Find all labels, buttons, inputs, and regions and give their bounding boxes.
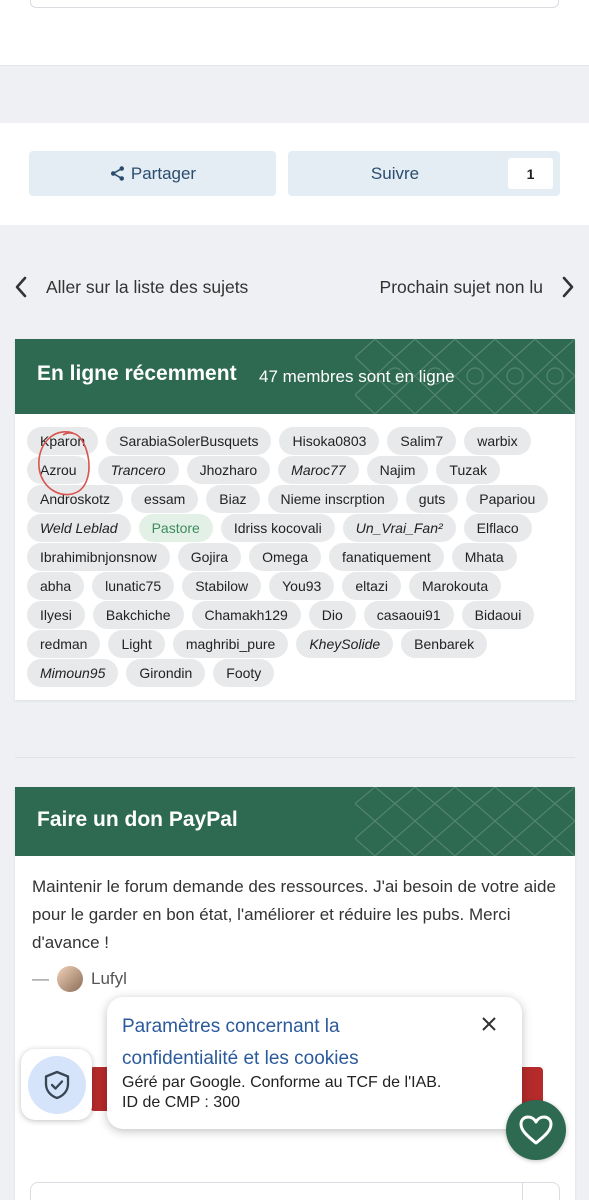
privacy-settings-button[interactable] <box>21 1049 92 1120</box>
heart-icon <box>519 1115 553 1145</box>
member-tag[interactable]: SarabiaSolerBusquets <box>106 427 272 455</box>
field-separator <box>522 1183 523 1200</box>
member-tag[interactable]: Marokouta <box>409 572 502 600</box>
follow-label: Suivre <box>370 163 420 183</box>
member-tag[interactable]: Ibrahimibnjonsnow <box>27 543 170 571</box>
member-tag[interactable]: redman <box>27 630 101 658</box>
member-tag[interactable]: Gojira <box>177 543 242 571</box>
shield-check-icon <box>44 1070 69 1099</box>
share-icon <box>110 166 124 181</box>
close-icon[interactable] <box>480 1015 498 1033</box>
popup-title[interactable]: Paramètres concernant la confidentialité… <box>122 1011 442 1075</box>
chevron-right-icon <box>562 276 574 298</box>
topic-navigation: Aller sur la liste des sujets Prochain s… <box>0 268 589 308</box>
member-tag[interactable]: Hisoka0803 <box>279 427 380 455</box>
paypal-message: Maintenir le forum demande des ressource… <box>32 877 556 952</box>
privacy-consent-popup: Paramètres concernant la confidentialité… <box>107 997 522 1129</box>
next-topic-label: Prochain sujet non lu <box>379 276 543 297</box>
privacy-button-circle <box>27 1055 86 1114</box>
follow-button[interactable]: Suivre 1 <box>288 151 560 196</box>
paypal-donation-block: Faire un don PayPal Maintenir le forum d… <box>15 787 575 1200</box>
member-tag[interactable]: essam <box>131 485 199 513</box>
member-tag[interactable]: Salim7 <box>387 427 457 455</box>
member-tag[interactable]: Pastore <box>138 514 213 542</box>
online-count: 47 membres sont en ligne <box>259 367 455 386</box>
member-tag[interactable]: maghribi_pure <box>172 630 289 658</box>
member-tag[interactable]: Light <box>108 630 165 658</box>
member-tag[interactable]: Ilyesi <box>27 601 85 629</box>
avatar[interactable] <box>57 966 83 992</box>
text-field-edge[interactable] <box>30 0 559 8</box>
prev-topic-link[interactable]: Aller sur la liste des sujets <box>14 276 248 298</box>
share-label: Partager <box>130 163 197 183</box>
member-tag[interactable]: Un_Vrai_Fan² <box>342 514 456 542</box>
member-tag[interactable]: casaoui91 <box>363 601 454 629</box>
next-topic-link[interactable]: Prochain sujet non lu <box>380 276 575 298</box>
member-tag[interactable]: Maroc77 <box>278 456 359 484</box>
member-tag[interactable]: Bidaoui <box>461 601 535 629</box>
member-tag[interactable]: Stabilow <box>182 572 262 600</box>
author-name[interactable]: Lufyl <box>91 965 127 993</box>
member-tag[interactable]: Biaz <box>206 485 260 513</box>
member-tag[interactable]: Girondin <box>126 659 206 687</box>
signature: — Lufyl <box>32 965 558 993</box>
member-tag[interactable]: Omega <box>249 543 322 571</box>
member-tag[interactable]: Tuzak <box>436 456 501 484</box>
prev-topic-label: Aller sur la liste des sujets <box>46 276 249 297</box>
member-tag[interactable]: warbix <box>464 427 531 455</box>
recently-online-block: En ligne récemment 47 membres sont en li… <box>15 339 575 700</box>
member-tag[interactable]: abha <box>27 572 85 600</box>
paypal-header: Faire un don PayPal <box>15 787 575 856</box>
member-tag[interactable]: Elflaco <box>463 514 532 542</box>
signature-dash: — <box>32 969 49 988</box>
member-tag[interactable]: Mimoun95 <box>27 659 119 687</box>
member-tag[interactable]: lunatic75 <box>92 572 175 600</box>
bottom-input-field[interactable] <box>30 1182 560 1200</box>
member-tag[interactable]: Footy <box>213 659 275 687</box>
header-pattern <box>355 787 575 856</box>
member-tag[interactable]: Benbarek <box>401 630 488 658</box>
section-divider <box>15 757 575 758</box>
member-tag[interactable]: Idriss kocovali <box>220 514 335 542</box>
popup-description: Géré par Google. Conforme au TCF de l'IA… <box>122 1074 442 1111</box>
top-card <box>0 0 589 66</box>
member-tag[interactable]: Bakchiche <box>92 601 184 629</box>
chevron-left-icon <box>15 276 27 298</box>
topic-actions: Partager Suivre 1 <box>0 123 589 225</box>
share-button[interactable]: Partager <box>29 151 276 196</box>
paypal-body: Maintenir le forum demande des ressource… <box>15 856 575 993</box>
member-tag[interactable]: Mhata <box>451 543 517 571</box>
member-tag[interactable]: Chamakh129 <box>191 601 301 629</box>
member-tag[interactable]: You93 <box>269 572 335 600</box>
member-tag[interactable]: Trancero <box>97 456 179 484</box>
member-tag[interactable]: Nieme inscrption <box>267 485 398 513</box>
member-tag[interactable]: guts <box>405 485 459 513</box>
member-tag[interactable]: Jhozharo <box>186 456 271 484</box>
member-tag[interactable]: eltazi <box>342 572 402 600</box>
member-tag[interactable]: fanatiquement <box>329 543 444 571</box>
red-circle-annotation <box>38 431 90 496</box>
favorite-button[interactable] <box>506 1100 566 1160</box>
recently-online-title: En ligne récemment <box>37 362 237 385</box>
member-tag[interactable]: Weld Leblad <box>27 514 131 542</box>
online-member-list: Kparon SarabiaSolerBusquets Hisoka0803 Sali… <box>15 414 575 688</box>
recently-online-header: En ligne récemment 47 membres sont en li… <box>15 339 575 414</box>
member-tag[interactable]: Najim <box>366 456 429 484</box>
member-tag[interactable]: Papariou <box>466 485 549 513</box>
member-tag[interactable]: KheySolide <box>296 630 394 658</box>
follow-count-badge: 1 <box>508 158 553 189</box>
paypal-title: Faire un don PayPal <box>37 808 238 831</box>
member-tag[interactable]: Dio <box>308 601 356 629</box>
